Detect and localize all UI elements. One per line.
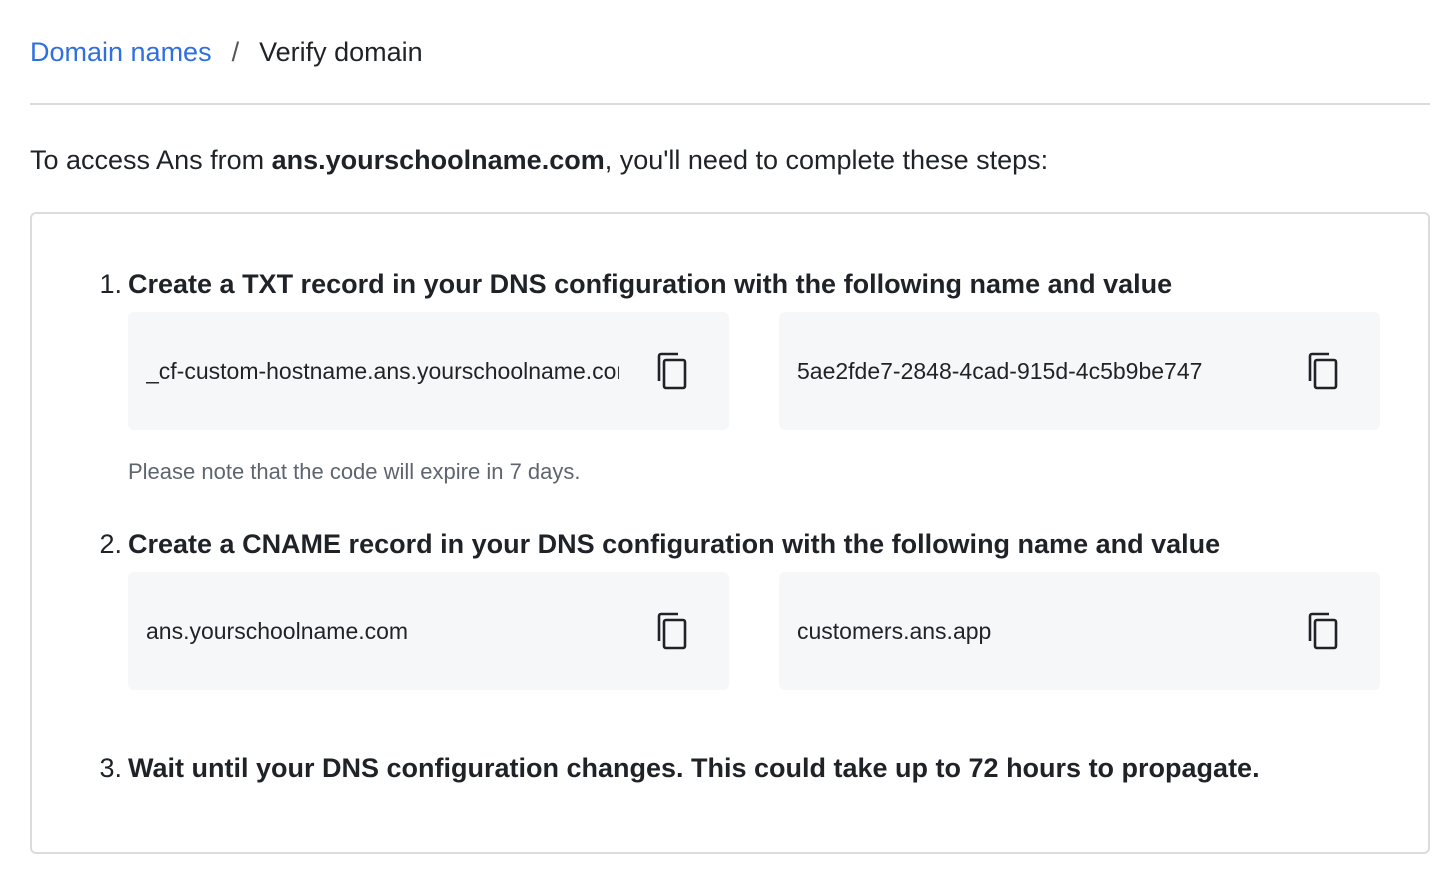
breadcrumb-separator: / <box>231 36 240 67</box>
step-3-number: 3. <box>99 752 122 783</box>
copy-cname-value-button[interactable] <box>1306 611 1340 651</box>
intro-domain: ans.yourschoolname.com <box>271 144 605 175</box>
txt-record-value-field: 5ae2fde7-2848-4cad-915d-4c5b9be747 <box>779 312 1380 430</box>
copy-cname-name-button[interactable] <box>655 611 689 651</box>
step-2-text: Create a CNAME record in your DNS config… <box>128 528 1221 559</box>
intro-suffix: , you'll need to complete these steps: <box>604 144 1049 175</box>
step-3-title: 3. Wait until your DNS configuration cha… <box>99 748 1260 788</box>
step-1-text: Create a TXT record in your DNS configur… <box>128 268 1173 299</box>
copy-txt-name-button[interactable] <box>655 351 689 391</box>
breadcrumb-link-domain-names[interactable]: Domain names <box>30 37 212 68</box>
cname-record-value-field: customers.ans.app <box>779 572 1380 690</box>
cname-record-name-field: ans.yourschoolname.com <box>128 572 729 690</box>
breadcrumb-current-page: Verify domain <box>259 36 423 67</box>
step-2-number: 2. <box>99 528 122 559</box>
copy-icon <box>1308 612 1338 650</box>
copy-icon <box>657 612 687 650</box>
breadcrumb: Domain names / Verify domain <box>30 32 423 72</box>
header-divider <box>30 103 1430 105</box>
verification-steps-card: 1. Create a TXT record in your DNS confi… <box>30 212 1430 854</box>
intro-prefix: To access Ans from <box>30 144 265 175</box>
cname-record-name-value[interactable]: ans.yourschoolname.com <box>146 618 619 645</box>
step-3-text: Wait until your DNS configuration change… <box>128 752 1260 783</box>
cname-record-value-value[interactable]: customers.ans.app <box>797 618 1270 645</box>
txt-record-name-value[interactable]: _cf-custom-hostname.ans.yourschoolname.c… <box>146 358 619 385</box>
copy-icon <box>657 352 687 390</box>
step-1-number: 1. <box>99 268 122 299</box>
copy-txt-value-button[interactable] <box>1306 351 1340 391</box>
step-1-title: 1. Create a TXT record in your DNS confi… <box>99 264 1173 304</box>
txt-expiry-note: Please note that the code will expire in… <box>128 459 581 484</box>
txt-record-value-value[interactable]: 5ae2fde7-2848-4cad-915d-4c5b9be747 <box>797 358 1270 385</box>
txt-record-name-field: _cf-custom-hostname.ans.yourschoolname.c… <box>128 312 729 430</box>
intro-text: To access Ans from ans.yourschoolname.co… <box>30 140 1048 180</box>
copy-icon <box>1308 352 1338 390</box>
step-2-title: 2. Create a CNAME record in your DNS con… <box>99 524 1221 564</box>
